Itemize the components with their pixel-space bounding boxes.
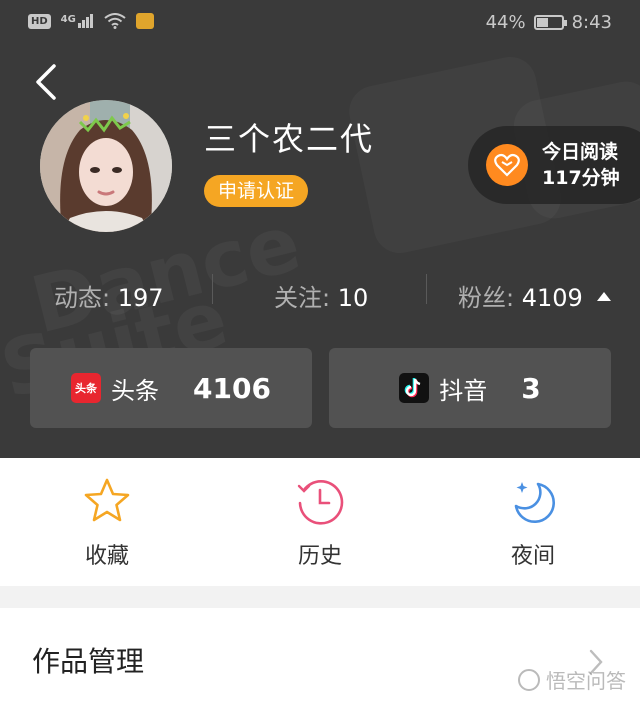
stat-following[interactable]: 关注: 10 <box>274 278 368 313</box>
user-name: 三个农二代 <box>204 120 375 158</box>
back-arrow-icon[interactable] <box>32 62 62 102</box>
caret-up-icon <box>596 292 611 301</box>
avatar[interactable] <box>40 100 172 232</box>
battery-percent: 44% <box>485 12 526 33</box>
favorites-button[interactable]: 收藏 <box>27 458 187 586</box>
today-reading-badge[interactable]: 今日阅读 117分钟 <box>468 126 640 204</box>
watermark-logo-icon <box>518 668 540 691</box>
history-clock-icon <box>297 480 344 525</box>
watermark-text: 悟空问答 <box>546 669 626 693</box>
stat-fans-label: 粉丝: <box>458 284 522 312</box>
platform-value: 4106 <box>193 371 271 405</box>
divider <box>426 274 427 304</box>
reading-heart-icon <box>486 144 528 186</box>
stat-following-value: 10 <box>337 284 369 312</box>
favorites-label: 收藏 <box>84 544 129 569</box>
watermark: 悟空问答 <box>518 665 626 694</box>
clock: 8:43 <box>571 12 612 33</box>
toutiao-fans-card[interactable]: 头条 头条 4106 <box>30 348 312 428</box>
status-bar: HD 4G 44% 8:43 <box>0 0 640 48</box>
douyin-icon <box>399 373 430 403</box>
notification-app-icon <box>135 13 154 29</box>
profile-stats: 动态: 197 关注: 10 粉丝: 4109 <box>0 270 640 316</box>
star-icon <box>84 478 130 522</box>
stat-fans-value: 4109 <box>521 284 583 312</box>
reading-minutes: 117分钟 <box>542 167 620 189</box>
hd-indicator: HD <box>28 13 51 29</box>
platform-value: 3 <box>521 371 541 405</box>
stat-fans[interactable]: 粉丝: 4109 <box>458 278 611 313</box>
signal-icon: 4G <box>61 14 94 28</box>
douyin-fans-card[interactable]: 抖音 3 <box>329 348 611 428</box>
platform-label: 抖音 <box>439 376 488 405</box>
divider <box>212 274 213 304</box>
reading-label: 今日阅读 <box>542 141 619 163</box>
stat-posts-value: 197 <box>117 284 164 312</box>
works-management-row[interactable]: 作品管理 悟空问答 <box>0 608 640 701</box>
toutiao-icon-text: 头条 <box>75 382 98 395</box>
battery-icon <box>533 15 567 30</box>
stat-following-label: 关注: <box>274 284 338 312</box>
toutiao-icon: 头条 <box>71 373 102 403</box>
history-button[interactable]: 历史 <box>240 458 400 586</box>
wifi-icon <box>104 13 126 29</box>
stat-posts[interactable]: 动态: 197 <box>54 278 164 313</box>
profile-header: Dance Suite HD 4G 44% 8:43 <box>0 0 640 458</box>
history-label: 历史 <box>297 544 342 569</box>
works-management-label: 作品管理 <box>32 645 145 678</box>
stat-posts-label: 动态: <box>54 284 118 312</box>
apply-verification-button[interactable]: 申请认证 <box>204 175 309 207</box>
night-mode-button[interactable]: 夜间 <box>453 458 613 586</box>
night-mode-label: 夜间 <box>510 544 555 569</box>
moon-icon <box>514 482 555 523</box>
platform-label: 头条 <box>111 376 160 405</box>
network-type: 4G <box>60 14 76 25</box>
quick-actions: 收藏 历史 夜间 <box>0 458 640 586</box>
section-divider <box>0 586 640 608</box>
